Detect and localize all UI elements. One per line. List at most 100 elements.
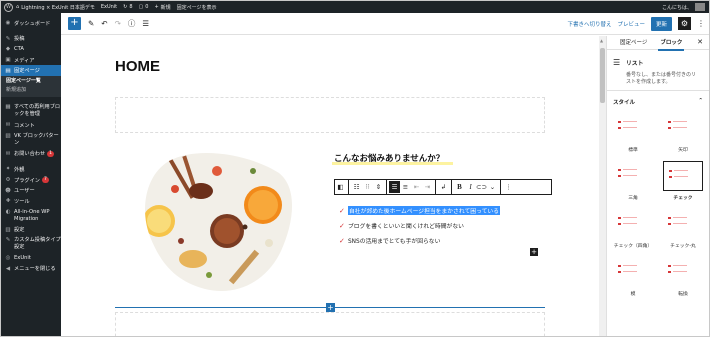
- check-list: ✓ 自社が郊めた後ホームページ担当をまかされて困っている ✓ ブログを書くといいと聞…: [339, 203, 500, 248]
- sidebar-item-vk-block-patterns[interactable]: ▧ VK ブロックパターン: [1, 131, 61, 149]
- page-title[interactable]: HOME: [115, 58, 160, 75]
- canvas-scrollbar[interactable]: ▲: [599, 36, 606, 336]
- list-item[interactable]: ✓ ブログを書くといいと聞くけれど時間がない: [339, 218, 500, 233]
- list-view-icon[interactable]: ☰: [142, 19, 149, 28]
- plugin-update-badge: 7: [41, 177, 49, 184]
- admin-bar-exunit[interactable]: ExUnit: [101, 4, 117, 10]
- sidebar-item-media[interactable]: ▣ メディア: [1, 55, 61, 66]
- ordered-list-icon[interactable]: ≡: [400, 181, 411, 193]
- admin-bar-site[interactable]: ⌂ Lightning × ExUnit 日本語デモ: [16, 4, 95, 11]
- media-icon: ▣: [5, 57, 11, 64]
- appearance-icon: ✦: [5, 166, 11, 173]
- sidebar-item-users[interactable]: ☻ ユーザー: [1, 185, 61, 196]
- sidebar-item-plugins[interactable]: ⚙ プラグイン 7: [1, 175, 61, 186]
- selected-text[interactable]: 自社が郊めた後ホームページ担当をまかされて困っている: [348, 206, 500, 215]
- move-up-down-icon[interactable]: ⇕: [373, 181, 384, 193]
- unordered-list-icon[interactable]: ☰: [389, 181, 400, 193]
- contact-count-badge: 1: [47, 150, 55, 157]
- list-item[interactable]: ✓ SNSの活用までとても手が回らない: [339, 233, 500, 248]
- block-inserter-button[interactable]: +: [68, 17, 81, 30]
- patterns-icon: ▧: [5, 132, 11, 139]
- tab-page[interactable]: 固定ページ: [620, 36, 647, 50]
- add-block-plus-icon[interactable]: +: [530, 248, 538, 256]
- drag-handle-icon[interactable]: ⠿: [362, 181, 373, 193]
- sidebar-item-dashboard[interactable]: ◉ ダッシュボード: [1, 18, 61, 29]
- sidebar-item-comments[interactable]: ✉ コメント: [1, 120, 61, 131]
- editor-toolbar: + ✎ ↶ ↷ ⓘ ☰ 下書きへ切り替え プレビュー 更新 ⚙ ⋮: [61, 13, 709, 35]
- style-option[interactable]: チェック（四角）: [612, 209, 654, 249]
- style-option-selected[interactable]: チェック: [662, 161, 704, 201]
- avatar[interactable]: [695, 3, 705, 11]
- close-icon[interactable]: ✕: [697, 38, 703, 46]
- block-type-icon[interactable]: ◧: [335, 181, 346, 193]
- sidebar-collapse-menu[interactable]: ◀ メニューを閉じる: [1, 264, 61, 275]
- sidebar-item-appearance[interactable]: ✦ 外観: [1, 164, 61, 175]
- admin-bar-comments[interactable]: ▢ 0: [139, 4, 149, 10]
- sidebar-item-exunit[interactable]: ◎ ExUnit: [1, 253, 61, 264]
- text-style-icon[interactable]: ↲: [438, 181, 449, 193]
- food-image-blob[interactable]: [141, 151, 296, 296]
- edit-tool-icon[interactable]: ✎: [88, 19, 94, 28]
- admin-sidebar: ◉ ダッシュボード ✎ 投稿 ◆ CTA ▣ メディア ▤ 固定ページ 固定ページ一覧 新…: [1, 13, 61, 336]
- empty-block[interactable]: [115, 312, 545, 336]
- scroll-up-icon[interactable]: ▲: [600, 38, 603, 43]
- list-item[interactable]: ✓ 自社が郊めた後ホームページ担当をまかされて困っている: [339, 203, 500, 218]
- style-option[interactable]: 模: [612, 257, 654, 297]
- home-icon: ⌂: [16, 4, 20, 10]
- style-option[interactable]: チェック-丸: [662, 209, 704, 249]
- insert-block-plus-icon[interactable]: +: [326, 303, 335, 312]
- update-button[interactable]: 更新: [650, 16, 672, 31]
- migration-icon: ◐: [5, 208, 11, 215]
- outdent-icon[interactable]: ⇤: [411, 181, 422, 193]
- sidebar-item-custom-post-types[interactable]: ✎ カスタム投稿タイプ設定: [1, 235, 61, 253]
- sidebar-item-cta[interactable]: ◆ CTA: [1, 44, 61, 55]
- admin-bar-greeting[interactable]: こんにちは、: [662, 4, 692, 11]
- indent-icon[interactable]: ⇥: [422, 181, 433, 193]
- style-grid: 標準 矢印 三角 チェック チェック（四角） チェック-丸 模 転換: [607, 109, 709, 329]
- pages-icon: ▤: [5, 67, 11, 74]
- check-icon: ✓: [339, 221, 345, 230]
- settings-gear-icon[interactable]: ⚙: [678, 17, 691, 30]
- more-options-icon[interactable]: ⋮: [697, 19, 705, 28]
- list-block-icon: ☰: [613, 58, 621, 67]
- sidebar-item-settings[interactable]: ▥ 設定: [1, 225, 61, 236]
- empty-block[interactable]: [115, 97, 545, 133]
- block-description: 番号なし、または番号付きのリストを作成します。: [626, 72, 697, 85]
- more-formatting-chevron-down-icon[interactable]: ⌄: [487, 181, 498, 193]
- switch-to-draft-button[interactable]: 下書きへ切り替え: [567, 20, 611, 28]
- list-block-icon[interactable]: ☷: [351, 181, 362, 193]
- submenu-all-pages[interactable]: 固定ページ一覧: [1, 77, 61, 86]
- pin-icon: ✎: [5, 35, 11, 42]
- italic-icon[interactable]: I: [465, 181, 476, 193]
- bold-icon[interactable]: B: [454, 181, 465, 193]
- undo-icon[interactable]: ↶: [101, 19, 107, 28]
- collapse-icon: ◀: [5, 265, 11, 272]
- admin-bar-view-page[interactable]: 固定ページを表示: [177, 4, 217, 11]
- preview-button[interactable]: プレビュー: [617, 20, 645, 28]
- style-option[interactable]: 矢印: [662, 113, 704, 153]
- style-option[interactable]: 標準: [612, 113, 654, 153]
- sidebar-item-all-in-one-migration[interactable]: ◐ All-in-One WP Migration: [1, 207, 61, 225]
- scrollbar-thumb[interactable]: [600, 48, 605, 103]
- section-heading[interactable]: こんなお悩みありませんか？: [334, 152, 444, 164]
- redo-icon[interactable]: ↷: [115, 19, 121, 28]
- sidebar-item-reusable-blocks[interactable]: ▦ すべての再利用ブロックを管理: [1, 102, 61, 120]
- settings-panel: 固定ページ ブロック ✕ ☰ リスト 番号なし、または番号付きのリストを作成しま…: [606, 36, 709, 336]
- tab-block[interactable]: ブロック: [658, 36, 685, 51]
- dashboard-icon: ◉: [5, 20, 11, 27]
- admin-bar-new[interactable]: + 新規: [154, 4, 170, 11]
- admin-bar-updates[interactable]: ↻ 8: [123, 4, 132, 10]
- wordpress-logo-icon[interactable]: W: [4, 2, 13, 12]
- sidebar-item-posts[interactable]: ✎ 投稿: [1, 34, 61, 45]
- block-title: リスト: [626, 61, 644, 67]
- block-options-icon[interactable]: ⋮: [503, 181, 514, 193]
- style-option[interactable]: 三角: [612, 161, 654, 201]
- style-option[interactable]: 転換: [662, 257, 704, 297]
- link-icon[interactable]: ⊂⊃: [476, 181, 487, 193]
- details-info-icon[interactable]: ⓘ: [128, 18, 136, 29]
- sidebar-item-contact[interactable]: ✉ お問い合わせ 1: [1, 149, 61, 160]
- sidebar-item-pages[interactable]: ▤ 固定ページ: [1, 65, 61, 76]
- styles-section-header[interactable]: スタイル ⌃: [607, 95, 709, 109]
- sidebar-item-tools[interactable]: ✚ ツール: [1, 196, 61, 207]
- submenu-add-new[interactable]: 新規追加: [1, 86, 61, 95]
